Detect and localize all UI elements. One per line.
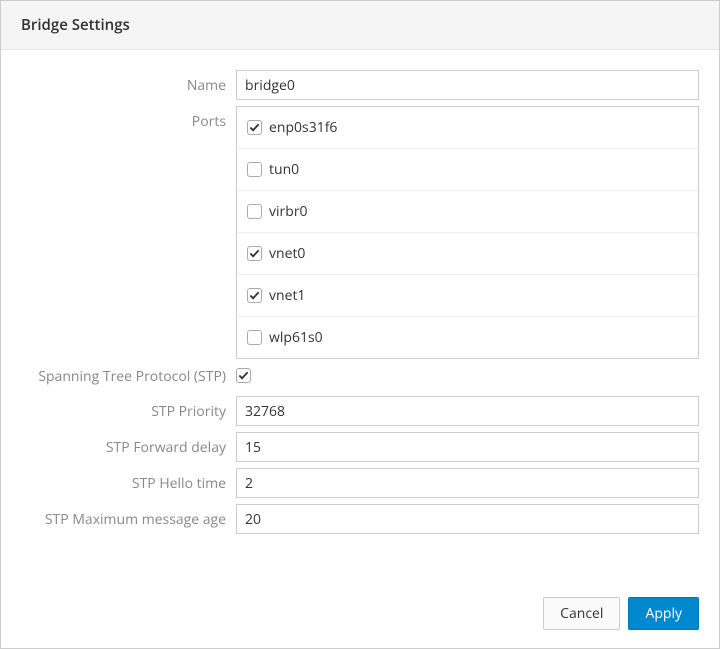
label-stp-max-age: STP Maximum message age	[21, 504, 236, 529]
dialog-header: Bridge Settings	[1, 1, 719, 50]
label-stp-forward-delay: STP Forward delay	[21, 432, 236, 457]
name-input[interactable]	[236, 70, 699, 100]
port-item: wlp61s0	[237, 317, 698, 358]
apply-button[interactable]: Apply	[628, 597, 699, 630]
dialog-title: Bridge Settings	[21, 15, 699, 35]
port-checkbox-vnet0[interactable]	[247, 246, 262, 261]
stp-checkbox[interactable]	[236, 368, 251, 383]
port-checkbox-wlp61s0[interactable]	[247, 330, 262, 345]
port-checkbox-tun0[interactable]	[247, 162, 262, 177]
label-stp-priority: STP Priority	[21, 396, 236, 421]
stp-priority-input[interactable]	[236, 396, 699, 426]
stp-forward-delay-input[interactable]	[236, 432, 699, 462]
label-stp: Spanning Tree Protocol (STP)	[21, 367, 236, 386]
checkmark-icon	[249, 122, 260, 133]
port-item: virbr0	[237, 191, 698, 233]
port-label: virbr0	[269, 202, 308, 221]
port-label: tun0	[269, 160, 299, 179]
label-ports: Ports	[21, 106, 236, 131]
port-checkbox-vnet1[interactable]	[247, 288, 262, 303]
checkmark-icon	[249, 290, 260, 301]
stp-max-age-input[interactable]	[236, 504, 699, 534]
checkmark-icon	[249, 248, 260, 259]
dialog-footer: Cancel Apply	[1, 583, 719, 648]
label-stp-hello-time: STP Hello time	[21, 468, 236, 493]
port-item: enp0s31f6	[237, 107, 698, 149]
row-stp-forward-delay: STP Forward delay	[21, 432, 699, 462]
port-item: tun0	[237, 149, 698, 191]
port-checkbox-enp0s31f6[interactable]	[247, 120, 262, 135]
dialog-body: Name Ports enp0s31f6	[1, 50, 719, 583]
port-item: vnet0	[237, 233, 698, 275]
ports-list: enp0s31f6 tun0 virbr0	[236, 106, 699, 359]
row-stp: Spanning Tree Protocol (STP)	[21, 367, 699, 386]
row-name: Name	[21, 70, 699, 100]
label-name: Name	[21, 70, 236, 95]
cancel-button[interactable]: Cancel	[543, 597, 620, 630]
port-label: enp0s31f6	[269, 118, 337, 137]
row-ports: Ports enp0s31f6 tun0	[21, 106, 699, 359]
port-label: vnet0	[269, 244, 305, 263]
port-item: vnet1	[237, 275, 698, 317]
row-stp-priority: STP Priority	[21, 396, 699, 426]
row-stp-hello-time: STP Hello time	[21, 468, 699, 498]
port-checkbox-virbr0[interactable]	[247, 204, 262, 219]
checkmark-icon	[238, 370, 249, 381]
stp-hello-time-input[interactable]	[236, 468, 699, 498]
port-label: vnet1	[269, 286, 305, 305]
row-stp-max-age: STP Maximum message age	[21, 504, 699, 534]
bridge-settings-dialog: Bridge Settings Name Ports enp0s31f6	[0, 0, 720, 649]
port-label: wlp61s0	[269, 328, 323, 347]
